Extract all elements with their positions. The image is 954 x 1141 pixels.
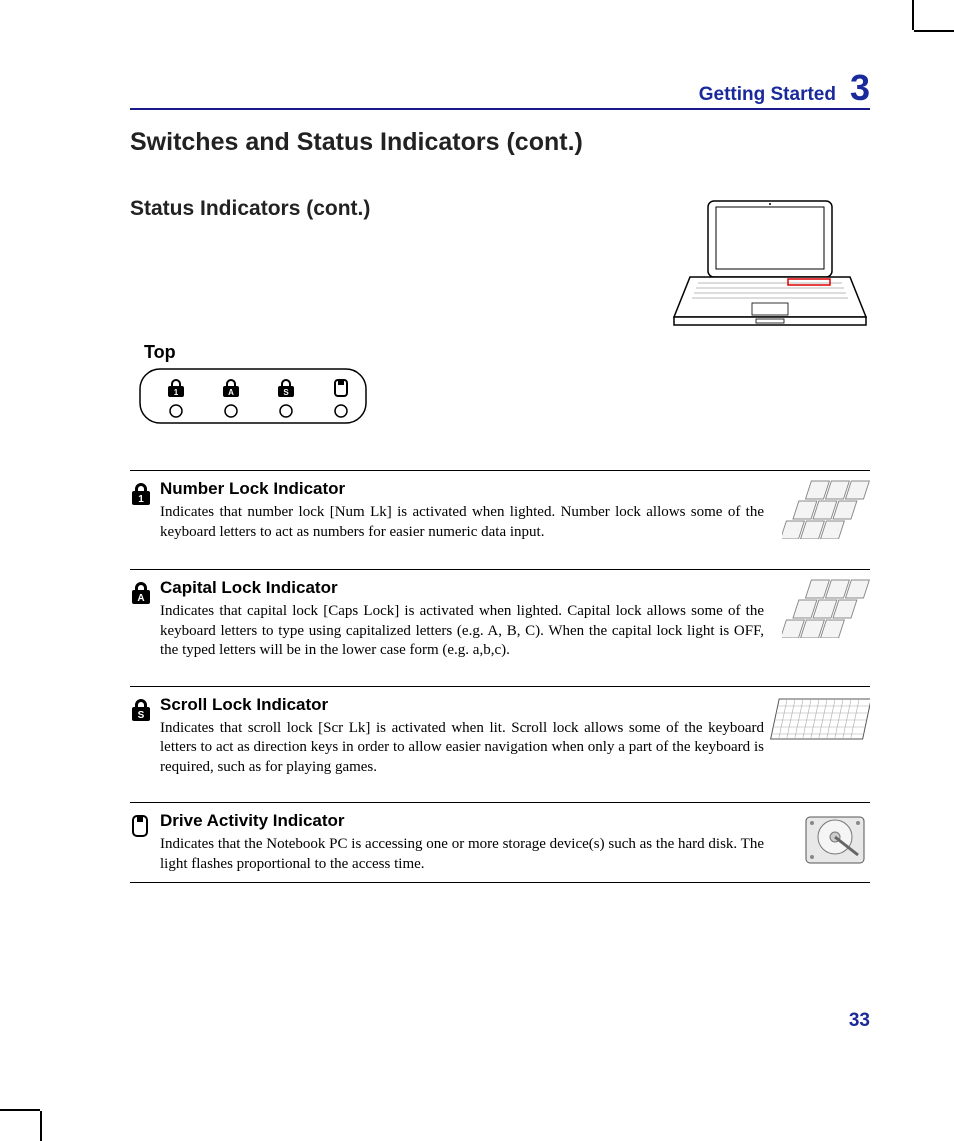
item-title: Drive Activity Indicator xyxy=(160,811,764,831)
item-title: Scroll Lock Indicator xyxy=(160,695,764,715)
svg-text:1: 1 xyxy=(174,388,179,397)
section-subtitle: Status Indicators (cont.) xyxy=(130,197,654,221)
indicator-item-capslock: A Capital Lock Indicator Indicates that … xyxy=(130,569,870,661)
svg-text:A: A xyxy=(137,593,144,604)
indicator-item-drive: Drive Activity Indicator Indicates that … xyxy=(130,802,870,883)
chapter-number: 3 xyxy=(850,70,870,106)
svg-text:1: 1 xyxy=(138,494,144,505)
svg-text:S: S xyxy=(283,388,289,397)
page-content: Getting Started 3 Switches and Status In… xyxy=(130,70,870,883)
top-panel-block: Top 1 A xyxy=(130,342,870,430)
svg-text:A: A xyxy=(228,388,234,397)
item-title: Number Lock Indicator xyxy=(160,479,764,499)
indicator-panel-illustration: 1 A S xyxy=(138,367,870,430)
item-title: Capital Lock Indicator xyxy=(160,578,764,598)
caps-lock-icon: A xyxy=(130,580,152,611)
keyboard-keys-illustration xyxy=(782,578,870,643)
scroll-lock-icon: S xyxy=(130,697,152,728)
hard-disk-illustration xyxy=(800,811,870,874)
indicator-item-scrolllock: S Scroll Lock Indicator Indicates that s… xyxy=(130,686,870,778)
item-body: Indicates that number lock [Num Lk] is a… xyxy=(160,503,764,542)
keyboard-keys-illustration xyxy=(782,479,870,544)
page-header: Getting Started 3 xyxy=(130,70,870,110)
page-number: 33 xyxy=(130,1010,870,1032)
num-lock-icon: 1 xyxy=(130,481,152,512)
laptop-illustration xyxy=(670,197,870,332)
top-label: Top xyxy=(144,342,870,363)
section-name: Getting Started xyxy=(699,84,836,106)
item-body: Indicates that the Notebook PC is access… xyxy=(160,835,764,874)
crop-mark xyxy=(912,0,914,30)
crop-mark xyxy=(0,1109,40,1111)
svg-text:S: S xyxy=(138,710,145,721)
indicator-item-numlock: 1 Number Lock Indicator Indicates that n… xyxy=(130,470,870,544)
item-body: Indicates that scroll lock [Scr Lk] is a… xyxy=(160,719,764,778)
page-title: Switches and Status Indicators (cont.) xyxy=(130,128,870,157)
crop-mark xyxy=(914,30,954,32)
item-body: Indicates that capital lock [Caps Lock] … xyxy=(160,602,764,661)
drive-icon xyxy=(130,813,150,844)
crop-mark xyxy=(40,1111,42,1141)
full-keyboard-illustration xyxy=(770,695,870,750)
